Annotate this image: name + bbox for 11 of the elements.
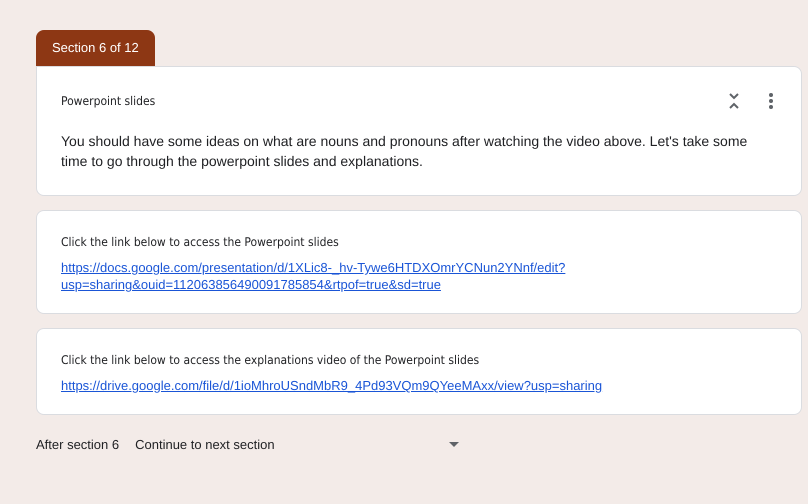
link[interactable]: https://docs.google.com/presentation/d/1XLic8-_hv-Tywe6HTDXOmrYCNun2YNnf/edit?usp=sharing&ouid=112063856490091785854&rtpof=true&sd=true <box>61 259 661 293</box>
after-section-label: After section 6 <box>36 437 120 452</box>
next-section-select[interactable]: Continue to next section <box>135 437 466 452</box>
item-title: Click the link below to access the explanations video of the Powerpoint slides <box>61 353 480 367</box>
link[interactable]: https://drive.google.com/file/d/1ioMhroUSndMbR9_4Pd93VQm9QYeeMAxx/view?usp=sharing <box>61 377 661 394</box>
section-description: You should have some ideas on what are nouns and pronouns after watching the video above. Let's take some time to go through the powerpoint slides and explanations. <box>61 132 748 171</box>
collapse-icon <box>729 93 739 109</box>
item-title: Click the link below to access the Powerpoint slides <box>61 235 340 249</box>
section-title: Powerpoint slides <box>61 94 156 108</box>
more-icon <box>769 93 773 109</box>
dropdown-icon <box>449 442 460 447</box>
